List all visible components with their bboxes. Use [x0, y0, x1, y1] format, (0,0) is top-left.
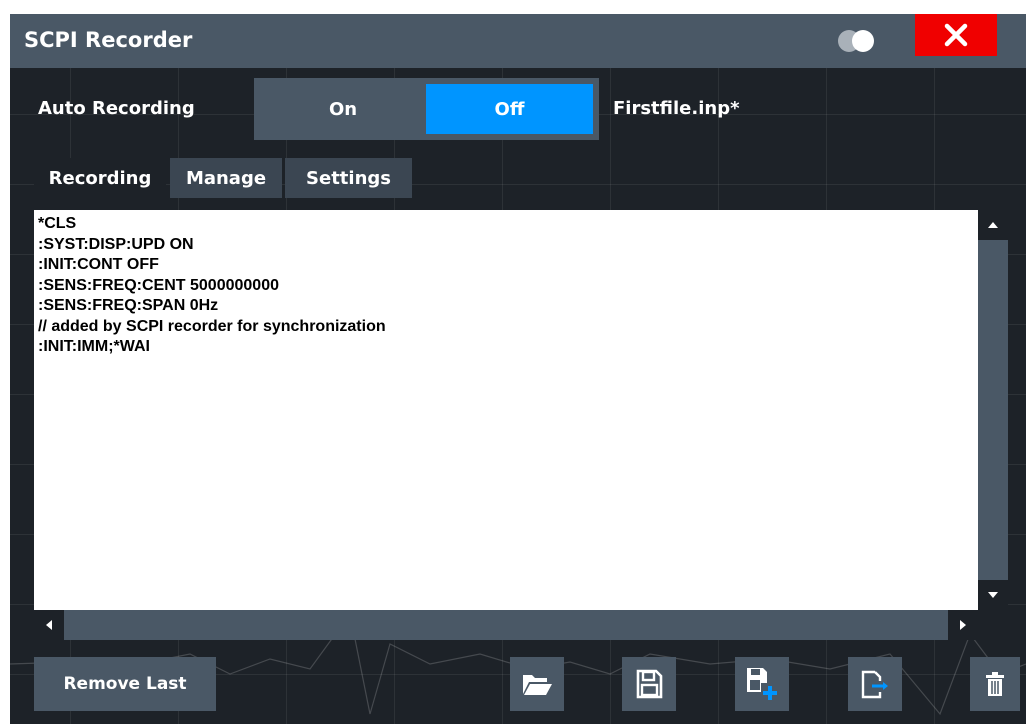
tab-manage[interactable]: Manage: [170, 158, 282, 198]
horizontal-scrollbar-thumb[interactable]: [64, 610, 948, 640]
recording-file-name: Firstfile.inp*: [613, 98, 740, 119]
command-line: :INIT:IMM;*WAI: [38, 338, 150, 355]
folder-open-icon: [523, 675, 552, 695]
save-as-icon: [747, 668, 777, 700]
command-line: :SENS:FREQ:SPAN 0Hz: [38, 297, 219, 314]
export-icon: [861, 670, 888, 699]
close-button[interactable]: [915, 14, 997, 56]
close-icon: [944, 23, 968, 47]
window-title: SCPI Recorder: [24, 28, 193, 52]
save-as-button[interactable]: [735, 657, 789, 711]
horizontal-scrollbar[interactable]: [34, 610, 978, 640]
trash-icon: [986, 672, 1004, 696]
command-line: *CLS: [38, 215, 77, 232]
scpi-recorder-dialog: SCPI Recorder Auto Recording On Off Firs…: [10, 14, 1026, 724]
auto-recording-on-button[interactable]: On: [262, 84, 424, 134]
save-icon: [636, 669, 663, 699]
scpi-command-editor[interactable]: *CLS :SYST:DISP:UPD ON :INIT:CONT OFF :S…: [34, 210, 978, 610]
scroll-up-arrow-icon[interactable]: [978, 210, 1008, 240]
vertical-scrollbar-thumb[interactable]: [978, 240, 1008, 580]
vertical-scrollbar[interactable]: [978, 210, 1008, 610]
command-line: :SYST:DISP:UPD ON: [38, 235, 194, 253]
tab-settings[interactable]: Settings: [285, 158, 412, 198]
tab-recording[interactable]: Recording: [34, 158, 166, 210]
open-file-button[interactable]: [510, 657, 564, 711]
export-button[interactable]: [848, 657, 902, 711]
transparency-toggle-icon[interactable]: [836, 28, 880, 54]
scroll-down-arrow-icon[interactable]: [978, 580, 1008, 610]
scroll-left-arrow-icon[interactable]: [34, 610, 64, 640]
command-line: :SENS:FREQ:CENT 5000000000: [38, 276, 279, 294]
auto-recording-label: Auto Recording: [38, 98, 195, 119]
remove-last-button[interactable]: Remove Last: [34, 657, 216, 711]
auto-recording-toggle: On Off: [254, 78, 599, 140]
command-line: :INIT:CONT OFF: [38, 256, 159, 273]
title-bar: SCPI Recorder: [10, 14, 1026, 68]
command-line: // added by SCPI recorder for synchroniz…: [38, 317, 386, 335]
save-button[interactable]: [622, 657, 676, 711]
scroll-right-arrow-icon[interactable]: [948, 610, 978, 640]
delete-button[interactable]: [970, 657, 1020, 711]
auto-recording-off-button[interactable]: Off: [426, 84, 593, 134]
